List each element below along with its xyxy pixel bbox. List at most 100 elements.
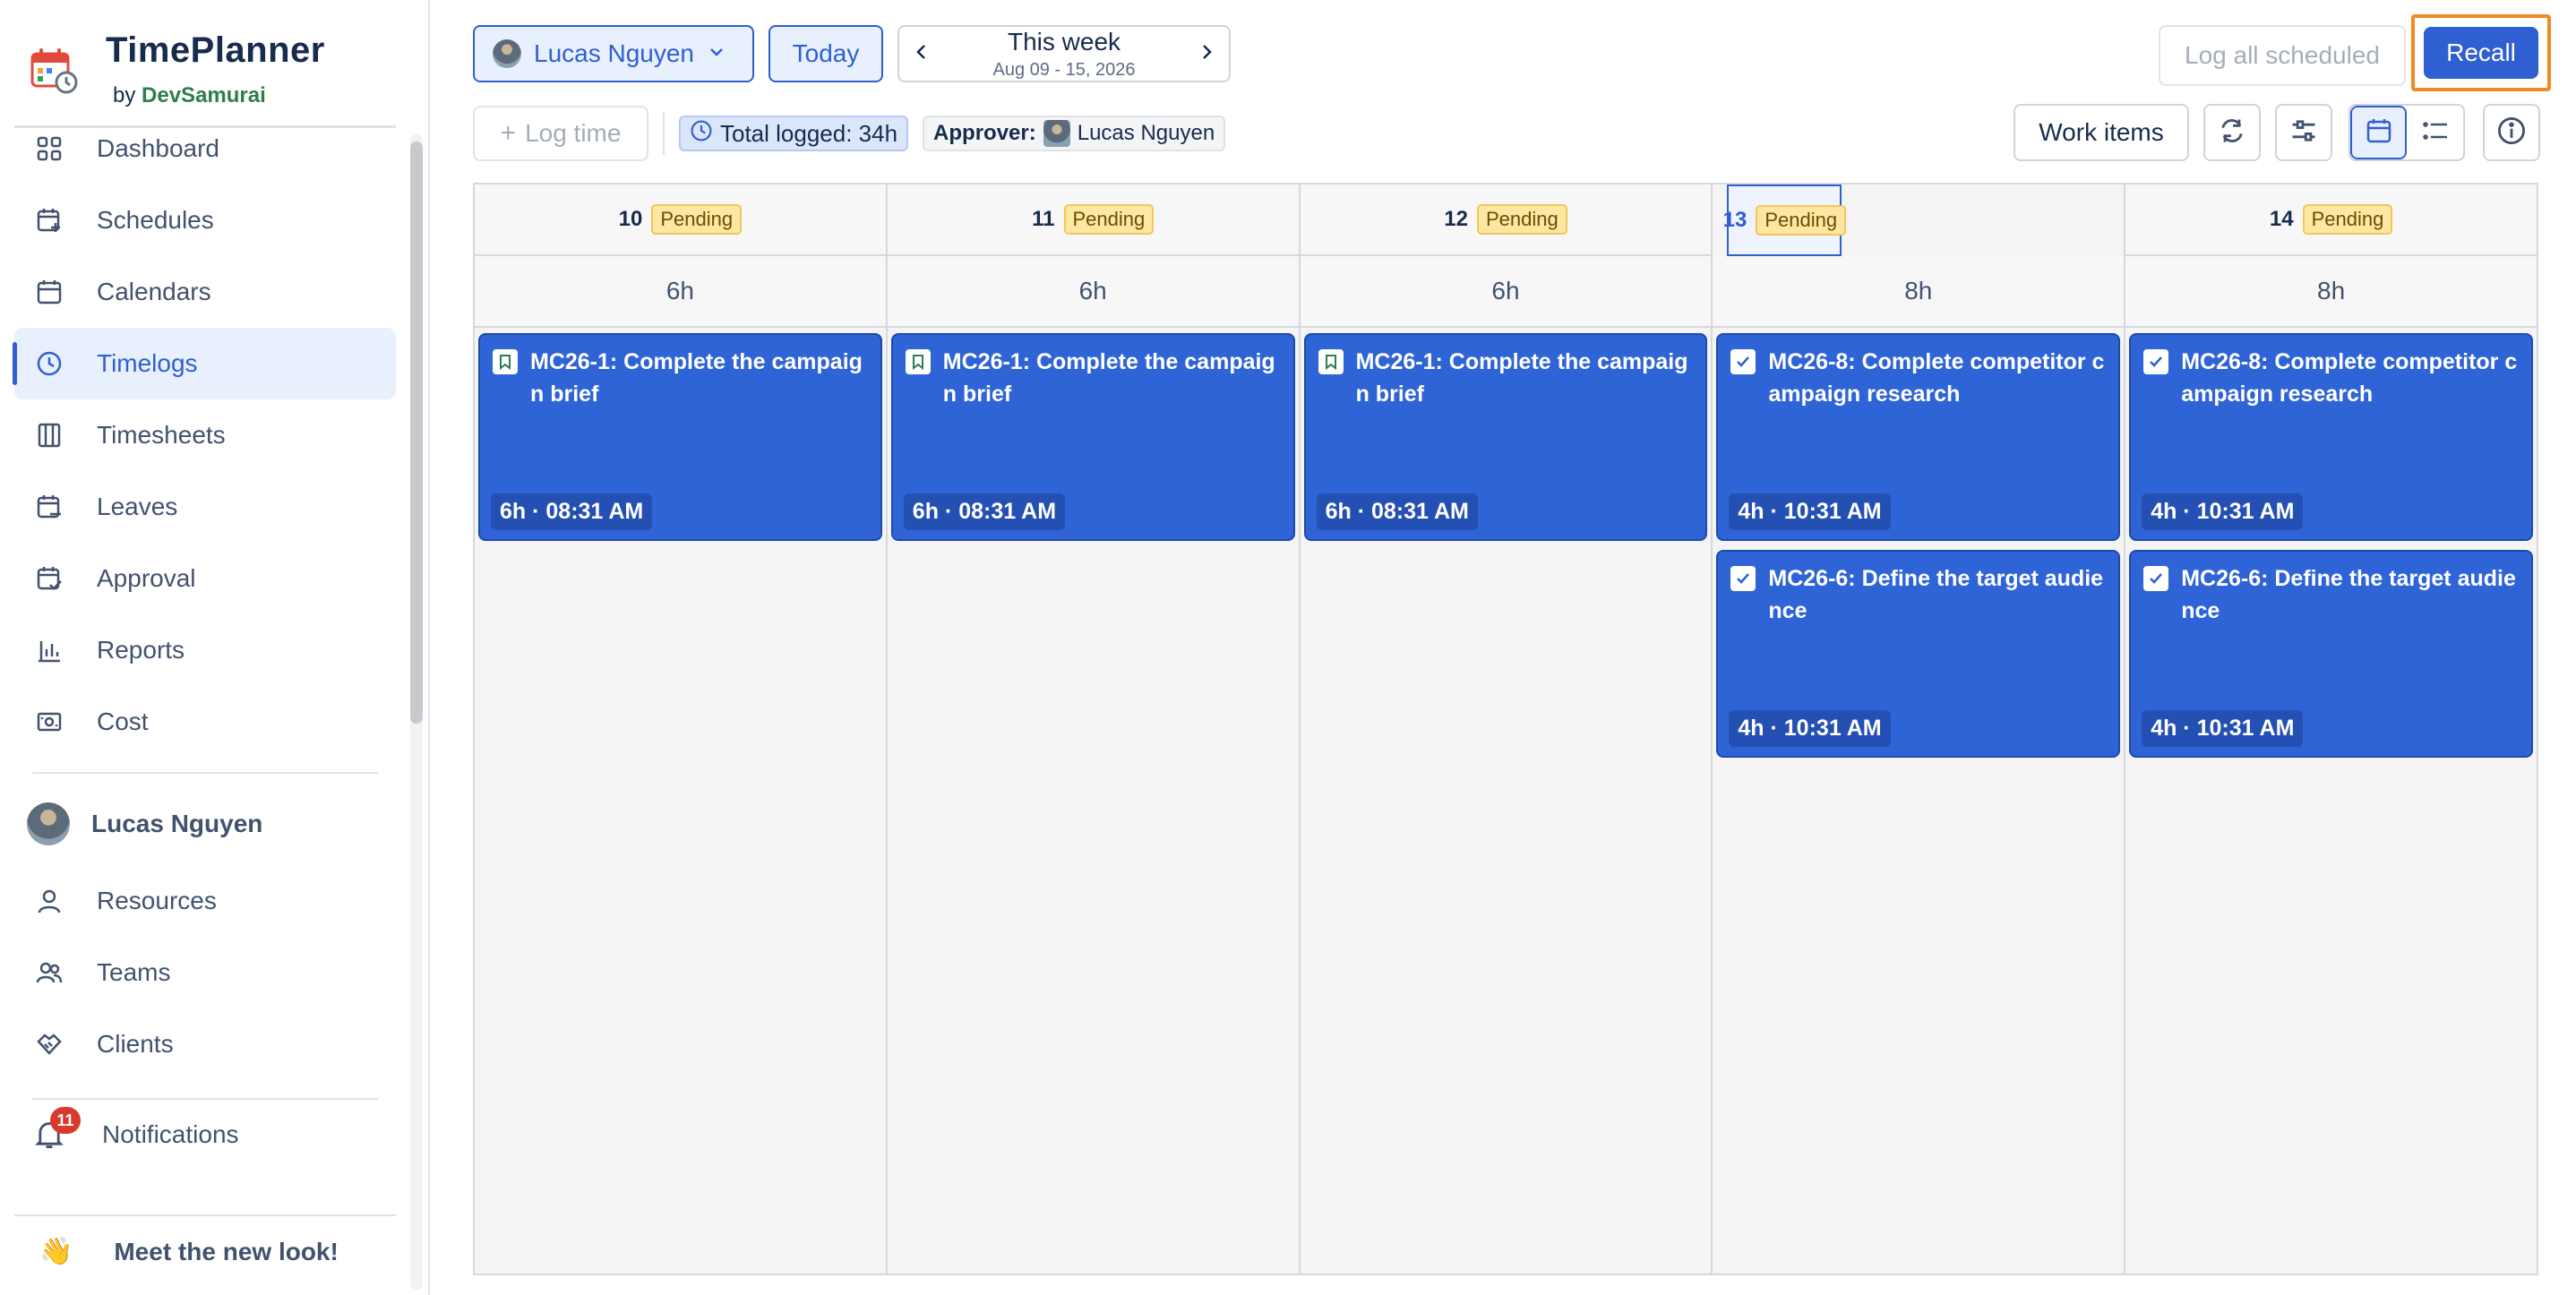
day-header[interactable]: 14 Pending [2125, 184, 2537, 256]
sidebar-item-label: Timesheets [97, 421, 226, 449]
day-column[interactable]: 14 Pending 8h MC26-8: Complete competitor c… [2125, 184, 2537, 1274]
brand-company: DevSamurai [142, 83, 266, 107]
timelog-card[interactable]: MC26-1: Complete the campaign brief 6h · … [890, 333, 1295, 541]
week-title[interactable]: This week [992, 28, 1135, 56]
user-select-dropdown[interactable]: Lucas Nguyen [473, 25, 754, 82]
approver-name: Lucas Nguyen [1077, 121, 1215, 145]
brand-title: TimePlanner [106, 30, 325, 70]
info-button[interactable] [2483, 104, 2540, 161]
sidebar-item-label: Teams [97, 958, 171, 986]
list-view-button[interactable] [2407, 106, 2463, 159]
chevron-right-icon[interactable] [1197, 39, 1216, 68]
list-icon [2421, 117, 2450, 149]
total-logged-text: Total logged: 34h [720, 119, 898, 147]
checkbox-icon [2143, 566, 2169, 591]
sidebar-item-resources[interactable]: Resources [14, 865, 396, 937]
brand[interactable]: TimePlanner by DevSamurai [29, 30, 325, 108]
day-header[interactable]: 12 Pending [1300, 184, 1712, 256]
timelog-card[interactable]: MC26-8: Complete competitor campaign res… [1716, 333, 2121, 541]
sidebar-item-label: Approval [97, 564, 196, 592]
timelog-duration: 4h · 10:31 AM [1729, 710, 1891, 747]
sidebar-item-teams[interactable]: Teams [14, 937, 396, 1008]
calendar-icon [2366, 117, 2392, 149]
sidebar-item-reports[interactable]: Reports [14, 614, 396, 686]
timelog-card[interactable]: MC26-1: Complete the campaign brief 6h · … [478, 333, 882, 541]
sidebar-item-leaves[interactable]: Leaves [14, 471, 396, 543]
sidebar: TimePlanner by DevSamurai Dashboard Sche… [0, 0, 430, 1295]
waving-hand-icon: 👋 [39, 1237, 73, 1266]
status-badge: Pending [651, 204, 743, 235]
day-entries: MC26-1: Complete the campaign brief 6h · … [888, 328, 1299, 555]
sidebar-item-label: Notifications [102, 1120, 239, 1148]
week-calendar: 10 Pending 6h MC26-1: Complete the campaign… [473, 183, 2538, 1275]
timelog-title: MC26-1: Complete the campaign brief [1355, 349, 1688, 407]
day-header[interactable]: 11 Pending [887, 184, 1299, 256]
day-column[interactable]: 13 Pending 8h MC26-8: Complete competitor c… [1713, 184, 2126, 1274]
brand-by: by [113, 83, 136, 107]
status-badge: Pending [2302, 204, 2393, 235]
sidebar-item-timesheets[interactable]: Timesheets [14, 399, 396, 471]
day-number: 13 [1722, 208, 1747, 232]
sidebar-scrollbar[interactable] [410, 134, 423, 1290]
chevron-left-icon[interactable] [912, 39, 932, 68]
sidebar-divider [32, 772, 378, 774]
handshake-icon [34, 1029, 64, 1059]
total-logged-badge: Total logged: 34h [679, 116, 909, 151]
sidebar-user-name: Lucas Nguyen [91, 810, 263, 837]
day-header[interactable]: 13 Pending [1723, 184, 1847, 256]
timelog-card[interactable]: MC26-6: Define the target audience 4h · 1… [2129, 550, 2533, 758]
sidebar-item-label: Resources [97, 887, 217, 914]
status-badge: Pending [1756, 205, 1847, 236]
sidebar-footer-divider [14, 1214, 396, 1216]
top-toolbar: Lucas Nguyen Today This week Aug 09 - 15… [473, 25, 1231, 82]
status-badge: Pending [1063, 204, 1155, 235]
timelog-card[interactable]: MC26-8: Complete competitor campaign res… [2129, 333, 2533, 541]
sidebar-item-notifications[interactable]: 11 Notifications [34, 1107, 239, 1150]
sidebar-item-label: Cost [97, 708, 149, 735]
day-number: 14 [2269, 207, 2294, 231]
timelog-duration: 4h · 10:31 AM [1729, 493, 1891, 530]
person-icon [34, 886, 64, 916]
sidebar-item-dashboard[interactable]: Dashboard [14, 113, 396, 184]
sidebar-item-schedules[interactable]: Schedules [14, 184, 396, 256]
timelog-duration: 4h · 10:31 AM [2142, 710, 2304, 747]
sidebar-item-clients[interactable]: Clients [14, 1008, 396, 1080]
clock-icon [690, 119, 713, 149]
today-button[interactable]: Today [769, 25, 883, 82]
sidebar-item-approval[interactable]: Approval [14, 543, 396, 614]
calendar-check-icon [34, 563, 64, 594]
recall-highlight: Recall [2411, 14, 2551, 91]
sidebar-item-cost[interactable]: Cost [14, 686, 396, 758]
meet-new-look-link[interactable]: 👋 Meet the new look! [39, 1236, 339, 1267]
plus-icon: + [500, 118, 517, 148]
checkbox-icon [2143, 349, 2169, 374]
sidebar-item-label: Reports [97, 636, 185, 664]
sidebar-user[interactable]: Lucas Nguyen [27, 802, 262, 845]
sliders-icon [2288, 116, 2319, 150]
sidebar-item-calendars[interactable]: Calendars [14, 256, 396, 328]
bell-icon: 11 [34, 1107, 81, 1150]
log-time-button[interactable]: + Log time [473, 106, 648, 161]
bookmark-icon [493, 349, 518, 374]
timelog-title: MC26-8: Complete competitor campaign res… [2181, 349, 2518, 407]
bar-chart-icon [34, 635, 64, 665]
day-header[interactable]: 10 Pending [475, 184, 886, 256]
refresh-icon [2217, 116, 2247, 150]
refresh-button[interactable] [2203, 104, 2261, 161]
timelog-card[interactable]: MC26-1: Complete the campaign brief 6h · … [1303, 333, 1708, 541]
day-column[interactable]: 10 Pending 6h MC26-1: Complete the campaign… [475, 184, 888, 1274]
day-column[interactable]: 11 Pending 6h MC26-1: Complete the campaign… [887, 184, 1301, 1274]
notification-count-badge: 11 [50, 1107, 81, 1134]
recall-button[interactable]: Recall [2424, 27, 2538, 79]
day-column[interactable]: 12 Pending 6h MC26-1: Complete the campaign… [1300, 184, 1713, 1274]
work-items-button[interactable]: Work items [2014, 104, 2189, 161]
bookmark-icon [905, 349, 931, 374]
calendar-view-button[interactable] [2350, 106, 2408, 159]
day-entries: MC26-8: Complete competitor campaign res… [2125, 328, 2537, 772]
log-all-scheduled-button[interactable]: Log all scheduled [2159, 25, 2406, 86]
sidebar-item-timelogs[interactable]: Timelogs [13, 328, 396, 399]
filter-settings-button[interactable] [2275, 104, 2332, 161]
sidebar-scrollbar-thumb[interactable] [410, 142, 423, 724]
timelog-card[interactable]: MC26-6: Define the target audience 4h · 1… [1716, 550, 2121, 758]
day-number: 10 [618, 207, 643, 231]
